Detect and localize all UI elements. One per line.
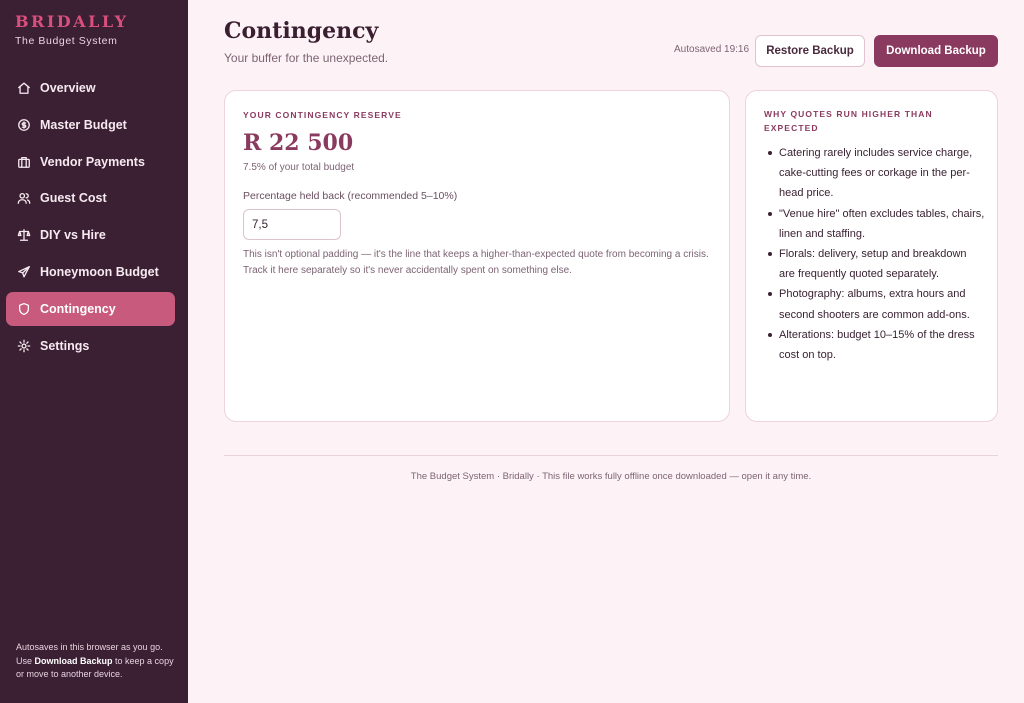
restore-backup-button[interactable]: Restore Backup (755, 35, 865, 67)
sidebar-item-guest-cost[interactable]: Guest Cost (6, 181, 175, 215)
sidebar-item-label: DIY vs Hire (40, 228, 106, 243)
page-footer: The Budget System · Bridally · This file… (410, 471, 812, 482)
coin-icon (17, 118, 31, 132)
brand: BRIDALLY The Budget System (15, 12, 129, 47)
reserve-amount: R 22 500 (243, 130, 354, 156)
tip-item: Florals: delivery, setup and breakdown a… (768, 244, 985, 284)
brand-subtitle: The Budget System (15, 35, 118, 47)
reserve-percentage-note: 7.5% of your total budget (243, 162, 355, 173)
autosave-status: Autosaved 19:16 (674, 44, 750, 55)
tip-item: Catering rarely includes service charge,… (768, 143, 985, 204)
sidebar-item-label: Guest Cost (40, 191, 107, 206)
backup-note-prefix: Use (16, 655, 35, 666)
tips-list: Catering rarely includes service charge,… (768, 143, 985, 365)
reserve-card-label: Your contingency reserve (243, 110, 402, 120)
tip-item: Photography: albums, extra hours and sec… (768, 284, 985, 324)
sidebar-item-label: Vendor Payments (40, 154, 145, 169)
shield-icon (17, 302, 31, 316)
tip-item: "Venue hire" often excludes tables, chai… (768, 204, 985, 244)
percentage-input[interactable] (243, 209, 341, 240)
contingency-reserve-card: Your contingency reserve R 22 500 7.5% o… (224, 90, 730, 422)
sidebar-item-label: Contingency (40, 301, 116, 316)
page-subtitle: Your buffer for the unexpected. (224, 51, 389, 65)
download-backup-button[interactable]: Download Backup (874, 35, 998, 67)
sidebar: BRIDALLY The Budget System Overview Mast… (0, 0, 188, 703)
reserve-description: This isn't optional padding — it's the l… (243, 249, 709, 276)
sidebar-footer-note: Autosaves in this browser as you go. Use… (16, 641, 176, 682)
sidebar-nav: Overview Master Budget Vendor Payments G… (6, 71, 175, 365)
sidebar-item-label: Settings (40, 338, 90, 353)
page-title: Contingency (224, 18, 379, 44)
sidebar-item-diy-vs-hire[interactable]: DIY vs Hire (6, 218, 175, 252)
briefcase-icon (17, 155, 31, 169)
sidebar-item-settings[interactable]: Settings (6, 329, 175, 363)
percentage-field-label: Percentage held back (recommended 5–10%) (243, 190, 458, 202)
sidebar-item-overview[interactable]: Overview (6, 71, 175, 105)
sidebar-item-honeymoon-budget[interactable]: Honeymoon Budget (6, 255, 175, 289)
home-icon (17, 81, 31, 95)
sidebar-item-label: Master Budget (40, 117, 127, 132)
sidebar-item-label: Overview (40, 81, 96, 95)
brand-name: BRIDALLY (15, 12, 129, 31)
gear-icon (17, 339, 31, 353)
sidebar-item-contingency[interactable]: Contingency (6, 291, 175, 326)
autosave-note: Autosaves in this browser as you go. (16, 642, 163, 652)
users-icon (17, 191, 31, 205)
footer-divider (224, 455, 998, 456)
tips-card-label: Why quotes run higher than expected (764, 109, 933, 133)
backup-note-emphasis: Download Backup (34, 655, 113, 666)
scale-icon (17, 228, 31, 242)
sidebar-item-master-budget[interactable]: Master Budget (6, 108, 175, 142)
tip-item: Alterations: budget 10–15% of the dress … (768, 325, 985, 365)
plane-icon (17, 265, 31, 279)
sidebar-item-vendor-payments[interactable]: Vendor Payments (6, 145, 175, 179)
quote-tips-card: Why quotes run higher than expected Cate… (745, 90, 998, 422)
sidebar-item-label: Honeymoon Budget (40, 264, 159, 279)
